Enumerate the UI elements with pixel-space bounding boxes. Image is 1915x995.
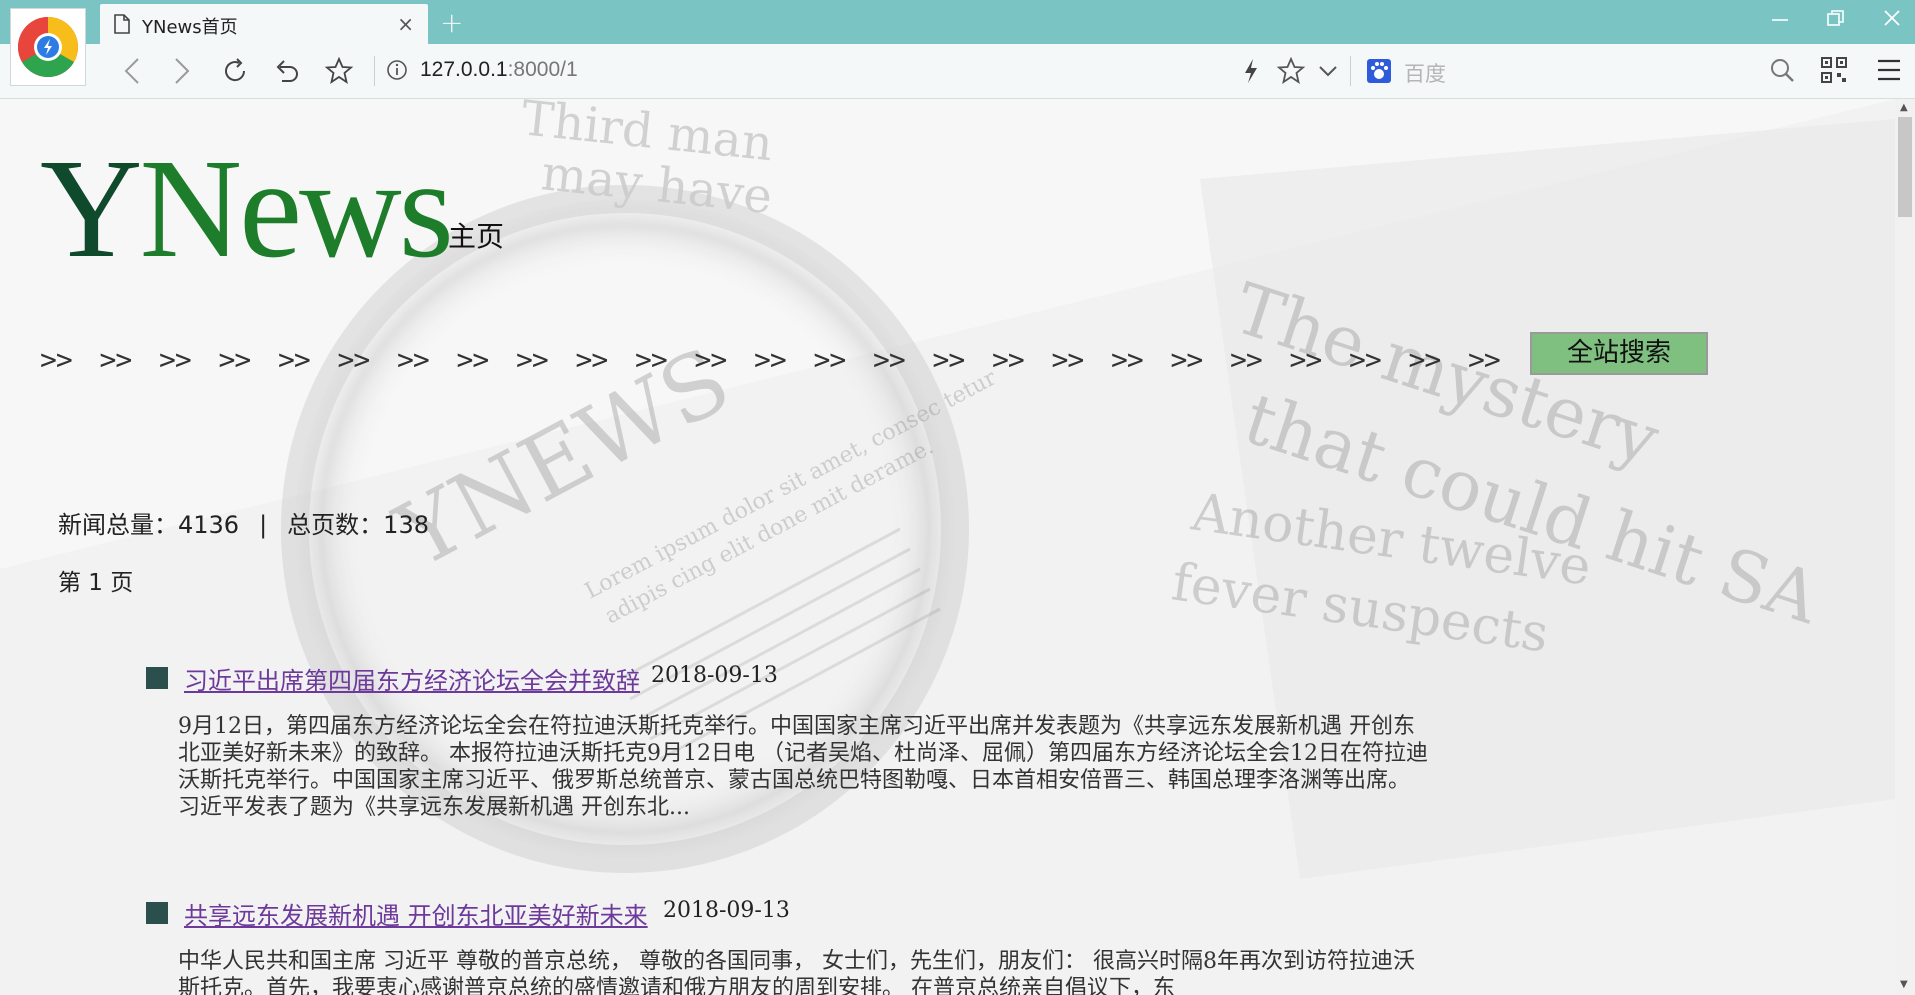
page-indicator: 第 1 页 bbox=[58, 570, 134, 596]
reload-icon[interactable] bbox=[220, 56, 250, 90]
nav-arrow-link[interactable]: >> bbox=[1290, 343, 1323, 376]
news-stats: 新闻总量：4136 | 总页数：138 bbox=[58, 505, 429, 540]
bullet-square-icon bbox=[146, 902, 168, 924]
qr-code-icon[interactable] bbox=[1820, 56, 1848, 88]
nav-arrow-link[interactable]: >> bbox=[754, 343, 787, 376]
nav-arrow-link[interactable]: >> bbox=[1409, 343, 1442, 376]
bookmark-star-icon[interactable] bbox=[324, 56, 354, 90]
nav-arrow-link[interactable]: >> bbox=[695, 343, 728, 376]
logo-letter-y: Y bbox=[40, 129, 143, 287]
nav-arrow-link[interactable]: >> bbox=[1171, 343, 1204, 376]
restore-icon[interactable] bbox=[1826, 8, 1846, 34]
nav-arrow-link[interactable]: >> bbox=[1349, 343, 1382, 376]
nav-arrow-link[interactable]: >> bbox=[100, 343, 133, 376]
tab-close-button[interactable]: × bbox=[397, 12, 414, 36]
tab-bar: YNews首页 × + bbox=[0, 0, 1915, 44]
info-icon[interactable] bbox=[386, 59, 408, 85]
nav-arrow-link[interactable]: >> bbox=[159, 343, 192, 376]
total-pages-label: 总页数： bbox=[287, 511, 384, 539]
vertical-scrollbar[interactable]: ▲ ▼ bbox=[1895, 99, 1915, 995]
scroll-up-icon[interactable]: ▲ bbox=[1900, 102, 1908, 113]
logo-word-news: News bbox=[139, 129, 454, 287]
favorite-star-icon[interactable] bbox=[1276, 56, 1306, 90]
scroll-thumb[interactable] bbox=[1898, 117, 1912, 217]
total-pages-count: 138 bbox=[383, 511, 429, 539]
scroll-down-icon[interactable]: ▼ bbox=[1900, 979, 1908, 990]
nav-arrow-link[interactable]: >> bbox=[576, 343, 609, 376]
news-date: 2018-09-13 bbox=[663, 898, 790, 923]
tab-title: YNews首页 bbox=[142, 17, 238, 38]
bullet-square-icon bbox=[146, 667, 168, 689]
news-summary: 中华人民共和国主席 习近平 尊敬的普京总统， 尊敬的各国同事， 女士们，先生们，… bbox=[178, 949, 1415, 995]
dropdown-icon[interactable] bbox=[1316, 56, 1340, 90]
site-search-button[interactable]: 全站搜索 bbox=[1530, 332, 1708, 375]
nav-arrow-link[interactable]: >> bbox=[1468, 343, 1501, 376]
menu-icon[interactable] bbox=[1876, 56, 1902, 88]
minimize-icon[interactable] bbox=[1770, 8, 1790, 34]
nav-arrow-link[interactable]: >> bbox=[635, 343, 668, 376]
nav-arrow-link[interactable]: >> bbox=[814, 343, 847, 376]
nav-arrow-link[interactable]: >> bbox=[457, 343, 490, 376]
document-icon bbox=[114, 14, 130, 38]
stats-separator: | bbox=[259, 511, 268, 539]
browser-tab[interactable]: YNews首页 × bbox=[100, 4, 428, 44]
search-box[interactable]: 百度 bbox=[1404, 58, 1446, 88]
url-field[interactable]: 127.0.0.1:8000/1 bbox=[420, 58, 578, 82]
baidu-icon[interactable] bbox=[1366, 58, 1392, 88]
nav-arrow-link[interactable]: >> bbox=[1111, 343, 1144, 376]
address-bar: 127.0.0.1:8000/1 百度 bbox=[0, 44, 1915, 99]
news-date: 2018-09-13 bbox=[651, 663, 778, 688]
news-summary: 9月12日，第四届东方经济论坛全会在符拉迪沃斯托克举行。中国国家主席习近平出席并… bbox=[178, 714, 1428, 820]
page-label: 主页 bbox=[448, 220, 505, 253]
news-title-link[interactable]: 共享远东发展新机遇 开创东北亚美好新未来 bbox=[184, 896, 648, 931]
close-window-icon[interactable] bbox=[1882, 8, 1902, 34]
nav-arrow-link[interactable]: >> bbox=[338, 343, 371, 376]
browser-logo-icon[interactable] bbox=[10, 8, 86, 86]
nav-arrow-link[interactable]: >> bbox=[516, 343, 549, 376]
url-host: 127.0.0.1 bbox=[420, 58, 508, 81]
nav-arrow-link[interactable]: >> bbox=[278, 343, 311, 376]
total-news-count: 4136 bbox=[178, 511, 240, 539]
back-icon[interactable] bbox=[120, 56, 144, 90]
search-icon[interactable] bbox=[1768, 56, 1796, 90]
url-path: :8000/1 bbox=[507, 58, 578, 81]
forward-icon[interactable] bbox=[170, 56, 194, 90]
nav-arrow-link[interactable]: >> bbox=[992, 343, 1025, 376]
lightning-icon[interactable] bbox=[1240, 56, 1262, 90]
page-content: The mystery that could hit SA Another tw… bbox=[0, 99, 1895, 995]
nav-arrow-link[interactable]: >> bbox=[1052, 343, 1085, 376]
news-title-link[interactable]: 习近平出席第四届东方经济论坛全会并致辞 bbox=[184, 661, 640, 696]
new-tab-button[interactable]: + bbox=[440, 6, 463, 39]
site-logo[interactable]: YNews bbox=[40, 137, 454, 279]
nav-arrow-link[interactable]: >> bbox=[1230, 343, 1263, 376]
nav-arrow-link[interactable]: >> bbox=[397, 343, 430, 376]
total-news-label: 新闻总量： bbox=[58, 511, 178, 539]
nav-arrow-link[interactable]: >> bbox=[219, 343, 252, 376]
undo-icon[interactable] bbox=[272, 56, 302, 90]
nav-arrow-link[interactable]: >> bbox=[873, 343, 906, 376]
nav-arrow-link[interactable]: >> bbox=[40, 343, 73, 376]
nav-arrow-link[interactable]: >> bbox=[933, 343, 966, 376]
